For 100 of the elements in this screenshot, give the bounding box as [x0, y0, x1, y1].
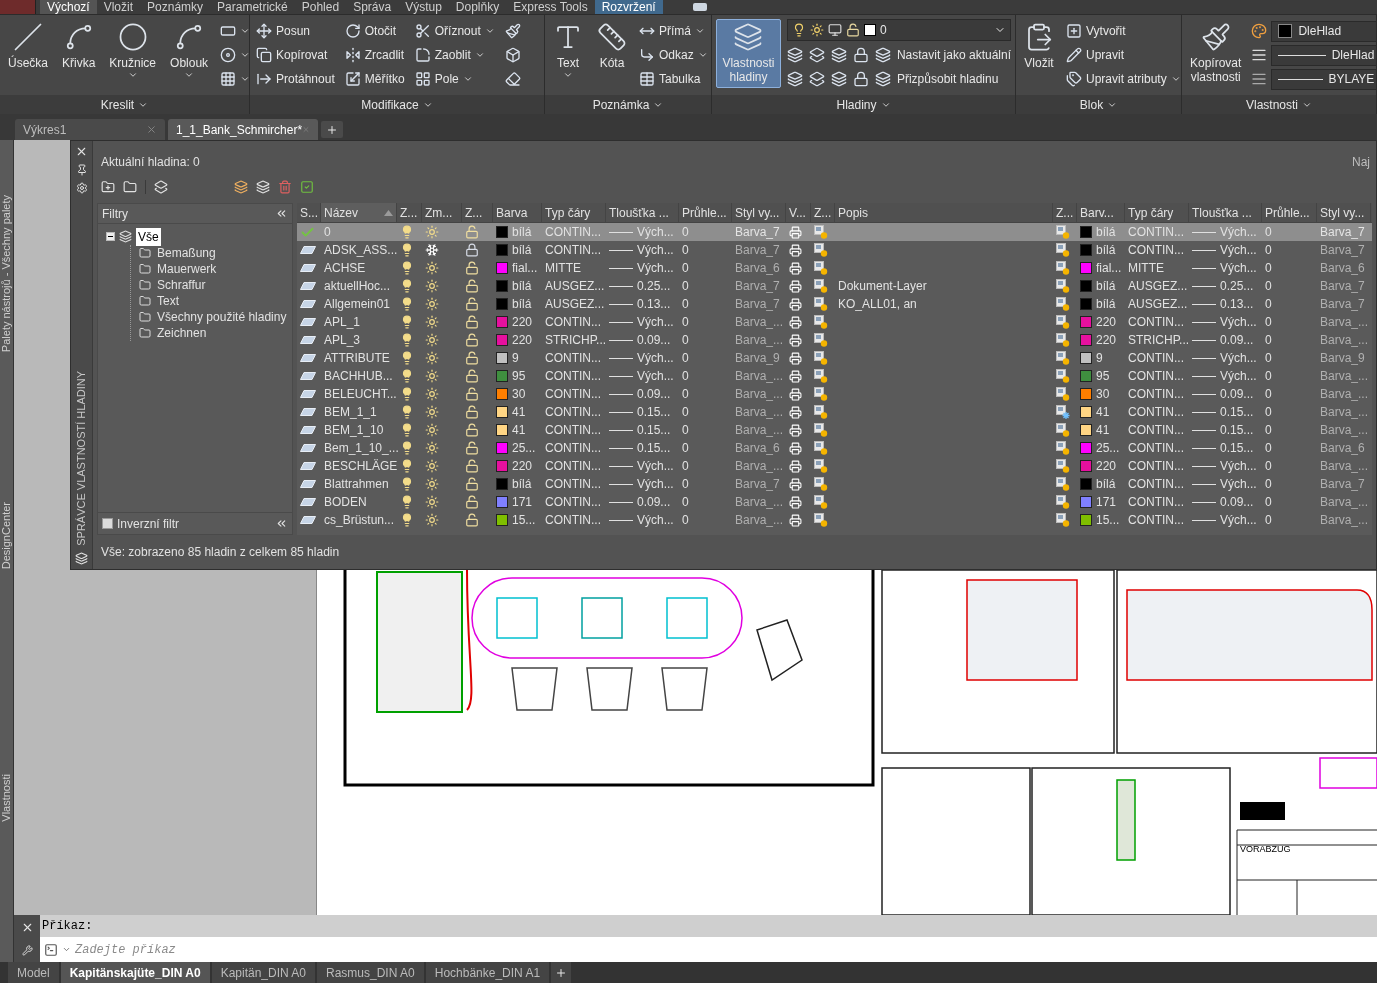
- viewport-sun-icon[interactable]: [1056, 441, 1070, 455]
- ribbon-button[interactable]: Text: [549, 19, 587, 84]
- ribbon-button[interactable]: Oblouk: [166, 19, 213, 84]
- collapse-icon[interactable]: [275, 207, 288, 220]
- table-row[interactable]: BODEN 171 CONTIN... 0.09... 0 Barva_... 171 CONTIN... 0.09... 0 Barva_...: [297, 493, 1372, 511]
- table-row[interactable]: BEM_1_10 41 CONTIN... 0.15... 0 Barva_... 41 CONTIN... 0.15... 0 Barva_...: [297, 421, 1372, 439]
- ribbon-button[interactable]: Upravit atributy: [1064, 67, 1181, 91]
- table-row[interactable]: BESCHLÄGE 220 CONTIN... Vých... 0 Barva_... 220 CONTIN... Vých... 0 Barva_...: [297, 457, 1372, 475]
- viewport-sun-icon[interactable]: [1056, 423, 1070, 437]
- printer-icon[interactable]: [789, 369, 802, 383]
- table-row[interactable]: Allgemein01 bílá AUSGEZ... 0.13... 0 Barva_7 KO_ALL01, an bílá AUSGEZ... 0.13... 0 Barva_7: [297, 295, 1372, 313]
- tree-item[interactable]: Bemaßung: [157, 244, 216, 262]
- table-row[interactable]: aktuellHoc... bílá AUSGEZ... 0.25... 0 Barva_7 Dokument-Layer bílá AUSGEZ... 0.25... 0 Barva_7: [297, 277, 1372, 295]
- column-header[interactable]: Tloušťka ...: [1189, 203, 1262, 222]
- sun-icon[interactable]: [425, 387, 439, 401]
- table-row[interactable]: ACHSE fial... MITTE Vých... 0 Barva_6 fial... MITTE Vých... 0 Barva_6: [297, 259, 1372, 277]
- new-layer-icon[interactable]: [234, 180, 248, 194]
- tree-item[interactable]: Mauerwerk: [157, 260, 217, 278]
- settings-icon[interactable]: [75, 182, 88, 194]
- table-row[interactable]: Blattrahmen bílá CONTIN... Vých... 0 Barva_7 bílá CONTIN... Vých... 0 Barva_7: [297, 475, 1372, 493]
- layer-tool-icon[interactable]: [786, 47, 803, 63]
- close-icon[interactable]: [75, 145, 88, 158]
- viewport-sun-icon[interactable]: [814, 351, 828, 365]
- column-header[interactable]: Popis: [835, 203, 1053, 222]
- unlock-icon[interactable]: [465, 441, 479, 455]
- panel-title[interactable]: Kreslit: [0, 95, 249, 114]
- column-header[interactable]: Styl vy...: [732, 203, 786, 222]
- unlock-icon[interactable]: [465, 513, 479, 527]
- printer-icon[interactable]: [789, 513, 802, 527]
- panel-title[interactable]: Hladiny: [712, 95, 1015, 114]
- ribbon-button[interactable]: Odkaz: [637, 43, 710, 67]
- ribbon-button[interactable]: Kopírovat: [254, 43, 337, 67]
- layout-tab[interactable]: Hochbänke_DIN A1: [425, 962, 550, 983]
- ribbon-button[interactable]: Tabulka: [637, 67, 710, 91]
- viewport-sun-icon[interactable]: [1056, 261, 1070, 275]
- bulb-icon[interactable]: [400, 387, 414, 401]
- ribbon-tab[interactable]: Express Tools: [506, 0, 595, 14]
- printer-icon[interactable]: [789, 405, 802, 419]
- viewport-sun-icon[interactable]: [814, 423, 828, 437]
- layer-dropdown[interactable]: 0: [786, 19, 1011, 41]
- unlock-icon[interactable]: [465, 387, 479, 401]
- printer-icon[interactable]: [789, 333, 802, 347]
- column-header[interactable]: Průhle...: [1262, 203, 1317, 222]
- viewport-sun-icon[interactable]: [1056, 315, 1070, 329]
- viewport-sun-icon[interactable]: [1056, 279, 1070, 293]
- bulb-icon[interactable]: [400, 351, 414, 365]
- layer-tool-icon[interactable]: [874, 47, 891, 63]
- unlock-icon[interactable]: [465, 297, 479, 311]
- panel-title[interactable]: Blok: [1016, 95, 1181, 114]
- ribbon-button[interactable]: Upravit: [1064, 43, 1181, 67]
- printer-icon[interactable]: [789, 495, 802, 509]
- table-row[interactable]: ATTRIBUTE 9 CONTIN... Vých... 0 Barva_9 9 CONTIN... Vých... 0 Barva_9: [297, 349, 1372, 367]
- layout-tab[interactable]: Kapitän_DIN A0: [211, 962, 315, 983]
- viewport-sun-icon[interactable]: [814, 441, 828, 455]
- column-header[interactable]: Název: [321, 203, 397, 222]
- ribbon-tab[interactable]: Rozvržení: [594, 0, 663, 14]
- ribbon-button[interactable]: Vlastnosti hladiny: [716, 19, 781, 88]
- bulb-icon[interactable]: [400, 261, 414, 275]
- viewport-sun-icon[interactable]: [1056, 333, 1070, 347]
- viewport-sun-icon[interactable]: [1056, 513, 1070, 527]
- unlock-icon[interactable]: [465, 477, 479, 491]
- column-header[interactable]: Zm...: [422, 203, 462, 222]
- column-header[interactable]: Barv...: [1077, 203, 1125, 222]
- viewport-sun-icon[interactable]: [1056, 369, 1070, 383]
- viewport-sun-icon[interactable]: [1056, 225, 1070, 239]
- ribbon-button[interactable]: Měřítko: [342, 67, 407, 91]
- unlock-icon[interactable]: [465, 405, 479, 419]
- tree-item[interactable]: Schraffur: [157, 276, 206, 294]
- viewport-sun-icon[interactable]: [1056, 459, 1070, 473]
- layer-tool-icon[interactable]: [786, 71, 803, 87]
- tree-item[interactable]: Všechny použité hladiny: [157, 308, 287, 326]
- ribbon-button[interactable]: Kopírovat vlastnosti: [1186, 19, 1246, 88]
- property-dropdown[interactable]: DleHlad: [1271, 44, 1376, 66]
- printer-icon[interactable]: [789, 243, 802, 257]
- property-dropdown[interactable]: BYLAYE: [1271, 68, 1376, 90]
- sun-icon[interactable]: [425, 477, 439, 491]
- prompt-icon[interactable]: [44, 942, 58, 957]
- printer-icon[interactable]: [789, 315, 802, 329]
- ribbon-button[interactable]: Oříznout: [412, 19, 497, 43]
- sun-icon[interactable]: [425, 441, 439, 455]
- bulb-icon[interactable]: [400, 441, 414, 455]
- layer-tool-icon[interactable]: [874, 71, 891, 87]
- pin-icon[interactable]: [75, 164, 88, 176]
- printer-icon[interactable]: [789, 459, 802, 473]
- palette-tab[interactable]: Vlastnosti: [0, 774, 15, 823]
- panel-title[interactable]: Poznámka: [545, 95, 711, 114]
- ribbon-tab[interactable]: Poznámky: [140, 0, 211, 14]
- ribbon-tab[interactable]: Výchozí: [40, 0, 97, 14]
- new-viewport-layer-icon[interactable]: [256, 180, 270, 194]
- layout-tab[interactable]: Kapitänskajüte_DIN A0: [60, 962, 210, 983]
- ribbon-tab[interactable]: Doplňky: [448, 0, 507, 14]
- viewport-sun-icon[interactable]: [1056, 387, 1070, 401]
- printer-icon[interactable]: [789, 477, 802, 491]
- viewport-sun-icon[interactable]: [814, 297, 828, 311]
- unlock-icon[interactable]: [465, 351, 479, 365]
- ribbon-button[interactable]: Vložit: [1020, 19, 1058, 74]
- bulb-icon[interactable]: [400, 495, 414, 509]
- caret-icon[interactable]: [62, 945, 71, 954]
- bulb-icon[interactable]: [400, 459, 414, 473]
- bulb-icon[interactable]: [400, 405, 414, 419]
